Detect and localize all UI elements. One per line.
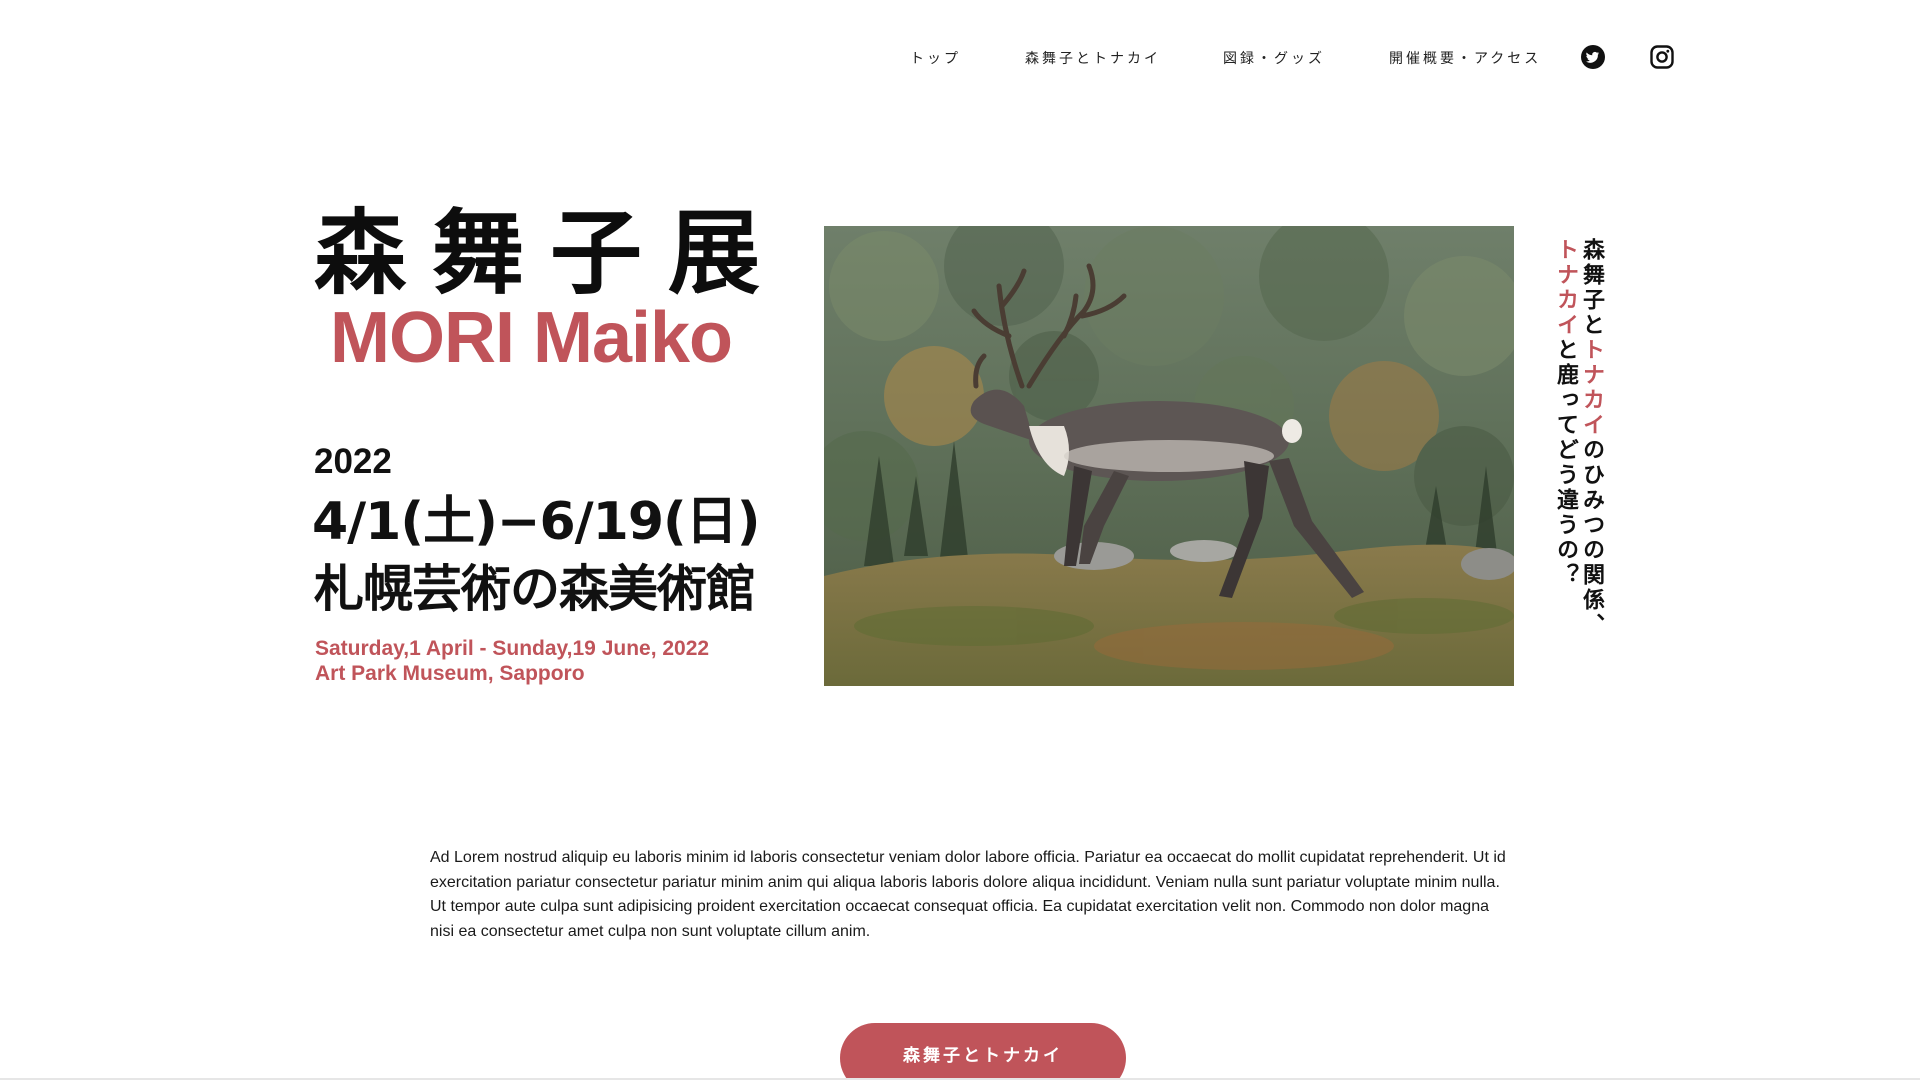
vertical-text-col1-post: のひみつの関係、: [1579, 438, 1604, 638]
top-nav: トップ 森舞子とトナカイ 図録・グッズ 開催概要・アクセス: [0, 44, 1920, 74]
nav-item-top[interactable]: トップ: [910, 48, 961, 68]
instagram-icon[interactable]: [1649, 44, 1675, 70]
exhibition-year: 2022: [314, 442, 392, 481]
venue-name-jp: 札幌芸術の森美術館: [314, 560, 756, 618]
intro-text: Ad Lorem nostrud aliquip eu laboris mini…: [430, 846, 1510, 944]
intro-paragraph-1: Ad Lorem nostrud aliquip eu laboris mini…: [430, 849, 1506, 891]
vertical-text-col1-pre: 森舞子と: [1579, 238, 1604, 338]
twitter-icon[interactable]: [1580, 44, 1606, 70]
vertical-text-col2: トナカイと鹿ってどう違うの？: [1553, 238, 1578, 588]
english-info: Saturday,1 April - Sunday,19 June, 2022 …: [315, 636, 709, 686]
nav-item-catalog-goods[interactable]: 図録・グッズ: [1223, 48, 1325, 68]
venue-en: Art Park Museum, Sapporo: [315, 662, 585, 685]
reindeer-photo: [824, 226, 1514, 686]
nav-item-maiko-reindeer[interactable]: 森舞子とトナカイ: [1025, 48, 1161, 68]
vertical-text-col2-post: と鹿ってどう違うの？: [1553, 338, 1578, 588]
vertical-text-col2-accent: トナカイ: [1553, 238, 1578, 338]
intro-paragraph-2: Ut tempor aute culpa sunt adipisicing pr…: [430, 898, 1489, 940]
vertical-text-col1-accent: トナカイ: [1579, 338, 1604, 438]
exhibition-title-jp: 森舞子展: [314, 200, 787, 307]
maiko-reindeer-button[interactable]: 森舞子とトナカイ: [840, 1023, 1126, 1080]
dates-en: Saturday,1 April - Sunday,19 June, 2022: [315, 637, 710, 660]
vertical-text-col1: 森舞子とトナカイのひみつの関係、: [1579, 238, 1604, 638]
exhibition-title-en: MORI Maiko: [330, 298, 733, 378]
exhibition-dates: 4/1(土)−6/19(日): [312, 492, 761, 552]
page: トップ 森舞子とトナカイ 図録・グッズ 開催概要・アクセス 森舞子展 MORI …: [0, 0, 1920, 1080]
nav-item-overview-access[interactable]: 開催概要・アクセス: [1389, 48, 1541, 68]
